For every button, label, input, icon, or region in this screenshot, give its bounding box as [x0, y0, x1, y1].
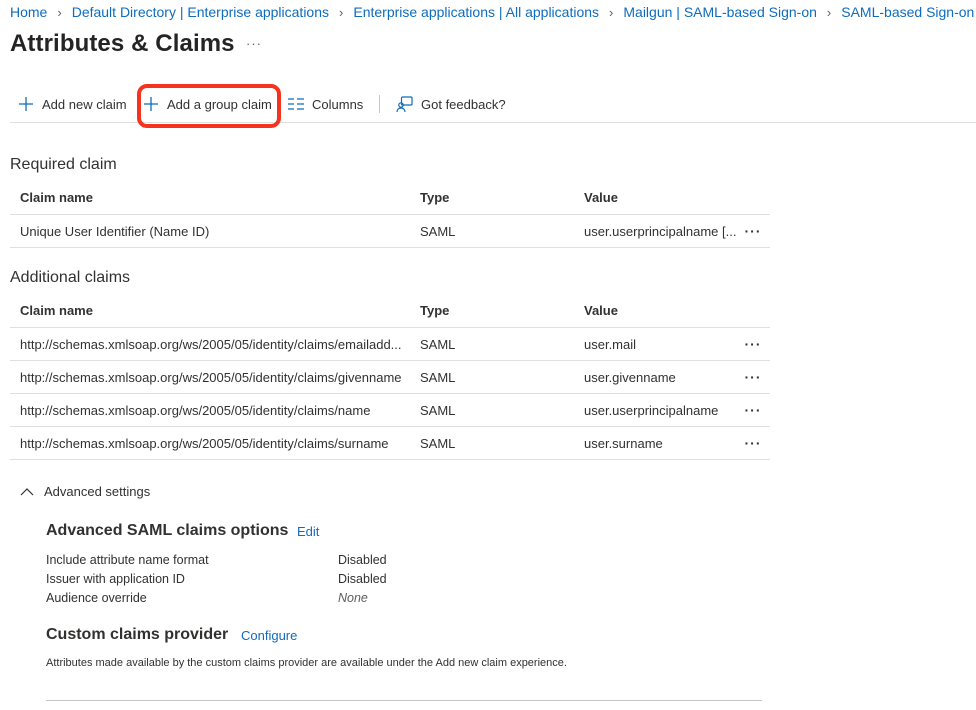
feedback-icon	[396, 95, 413, 113]
row-more-icon[interactable]: ···	[738, 361, 768, 393]
row-more-icon[interactable]: ···	[738, 328, 768, 360]
row-more-icon[interactable]: ···	[738, 215, 768, 247]
claim-type-cell: SAML	[420, 223, 456, 239]
more-options-icon[interactable]: ···	[246, 36, 262, 51]
claim-name-cell: http://schemas.xmlsoap.org/ws/2005/05/id…	[20, 336, 402, 352]
page-title: Attributes & Claims	[10, 30, 235, 57]
claim-value-cell: user.userprincipalname [...	[584, 223, 736, 239]
table-row[interactable]: http://schemas.xmlsoap.org/ws/2005/05/id…	[10, 427, 770, 460]
table-header-row: Claim name Type Value	[10, 293, 770, 328]
option-value: Disabled	[338, 553, 387, 567]
claim-type-cell: SAML	[420, 336, 456, 352]
group-claim-highlight	[137, 84, 281, 128]
breadcrumb-mailgun-saml[interactable]: Mailgun | SAML-based Sign-on	[623, 4, 817, 20]
table-row[interactable]: http://schemas.xmlsoap.org/ws/2005/05/id…	[10, 361, 770, 394]
table-row[interactable]: http://schemas.xmlsoap.org/ws/2005/05/id…	[10, 328, 770, 361]
additional-claims-table: Claim name Type Value http://schemas.xml…	[10, 293, 770, 460]
breadcrumb-home[interactable]: Home	[10, 4, 47, 20]
table-header-row: Claim name Type Value	[10, 180, 770, 215]
table-row[interactable]: Unique User Identifier (Name ID) SAML us…	[10, 215, 770, 248]
columns-icon	[288, 97, 304, 111]
claim-name-cell: http://schemas.xmlsoap.org/ws/2005/05/id…	[20, 435, 389, 451]
breadcrumb-all-applications[interactable]: Enterprise applications | All applicatio…	[353, 4, 599, 20]
advanced-settings-label: Advanced settings	[44, 484, 151, 499]
column-header-claim-name: Claim name	[20, 189, 93, 205]
column-header-type: Type	[420, 189, 450, 205]
saml-options-heading: Advanced SAML claims options	[46, 522, 289, 539]
breadcrumb-default-directory[interactable]: Default Directory | Enterprise applicati…	[72, 4, 329, 20]
chevron-right-icon: ›	[826, 4, 832, 20]
chevron-right-icon: ›	[609, 4, 614, 20]
claim-name-cell: Unique User Identifier (Name ID)	[20, 223, 210, 239]
edit-link[interactable]: Edit	[297, 524, 319, 539]
option-label: Audience override	[46, 591, 147, 605]
required-claim-table: Claim name Type Value Unique User Identi…	[10, 180, 770, 248]
claim-name-cell: http://schemas.xmlsoap.org/ws/2005/05/id…	[20, 402, 371, 418]
table-row[interactable]: http://schemas.xmlsoap.org/ws/2005/05/id…	[10, 394, 770, 427]
column-header-value: Value	[584, 302, 618, 318]
custom-provider-note: Attributes made available by the custom …	[46, 657, 567, 669]
chevron-right-icon: ›	[57, 4, 62, 20]
chevron-up-icon	[20, 487, 34, 496]
claim-type-cell: SAML	[420, 369, 456, 385]
claim-value-cell: user.givenname	[584, 369, 676, 385]
claim-name-cell: http://schemas.xmlsoap.org/ws/2005/05/id…	[20, 369, 402, 385]
breadcrumb-saml-sign-on[interactable]: SAML-based Sign-on	[841, 4, 974, 20]
section-divider	[46, 700, 762, 701]
configure-link[interactable]: Configure	[241, 628, 297, 643]
advanced-settings-toggle[interactable]: Advanced settings	[20, 484, 150, 499]
chevron-right-icon: ›	[339, 4, 344, 20]
row-more-icon[interactable]: ···	[738, 427, 768, 459]
claim-value-cell: user.userprincipalname	[584, 402, 719, 418]
columns-label: Columns	[312, 96, 364, 112]
option-value: Disabled	[338, 572, 387, 586]
feedback-button[interactable]: Got feedback?	[396, 88, 506, 120]
feedback-label: Got feedback?	[421, 96, 506, 112]
plus-icon	[18, 96, 34, 112]
required-claim-heading: Required claim	[10, 156, 117, 173]
custom-claims-provider-heading: Custom claims provider	[46, 626, 229, 643]
column-header-claim-name: Claim name	[20, 302, 93, 318]
columns-button[interactable]: Columns	[288, 88, 363, 120]
option-label: Include attribute name format	[46, 553, 209, 567]
add-new-claim-button[interactable]: Add new claim	[18, 88, 127, 120]
additional-claims-heading: Additional claims	[10, 269, 131, 286]
column-header-type: Type	[420, 302, 450, 318]
claim-value-cell: user.surname	[584, 435, 663, 451]
column-header-value: Value	[584, 189, 618, 205]
option-label: Issuer with application ID	[46, 572, 185, 586]
claim-value-cell: user.mail	[584, 336, 637, 352]
claim-type-cell: SAML	[420, 435, 456, 451]
row-more-icon[interactable]: ···	[738, 394, 768, 426]
add-new-claim-label: Add new claim	[42, 96, 127, 112]
claim-type-cell: SAML	[420, 402, 456, 418]
toolbar-divider	[379, 95, 380, 113]
breadcrumb: Home › Default Directory | Enterprise ap…	[10, 4, 974, 20]
option-value: None	[338, 591, 368, 605]
